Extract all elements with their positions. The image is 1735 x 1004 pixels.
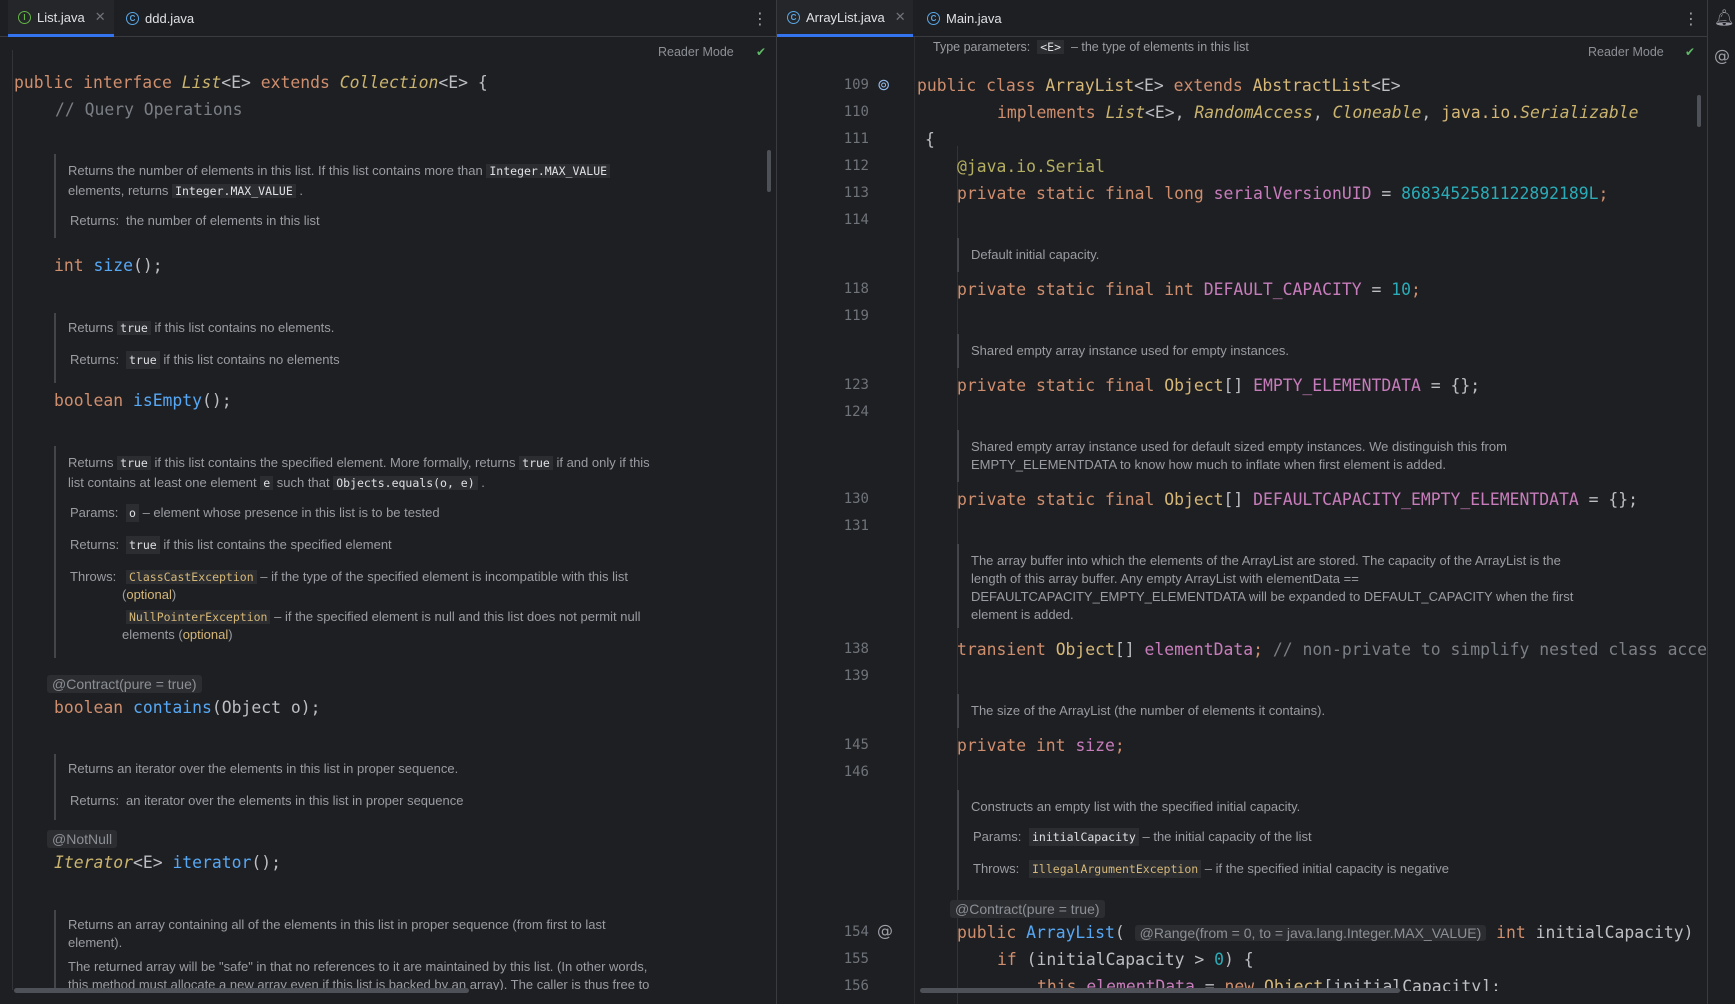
ai-assistant-icon[interactable]: @	[1714, 46, 1730, 65]
tab-list-java[interactable]: I List.java ✕	[8, 0, 114, 37]
line-number: 154	[843, 924, 869, 940]
notnull-annotation-hint[interactable]: @NotNull	[47, 830, 118, 848]
tab-label: ArrayList.java	[806, 9, 885, 25]
annotation-gutter-icon[interactable]: @	[877, 921, 893, 940]
close-icon[interactable]: ✕	[895, 9, 906, 25]
if-statement: if (initialCapacity > 0) {	[997, 950, 1254, 969]
contains-method: boolean contains(Object o);	[54, 698, 321, 717]
default-empty-javadoc: Shared empty array instance used for def…	[957, 430, 1677, 482]
line-number: 146	[843, 764, 869, 780]
line-number: 130	[843, 491, 869, 507]
tab-label: Main.java	[946, 11, 1002, 26]
tab-arraylist-java[interactable]: C ArrayList.java ✕	[777, 0, 913, 37]
horizontal-scrollbar[interactable]	[14, 988, 469, 993]
check-icon: ✔	[1685, 45, 1696, 59]
contract-annotation-hint[interactable]: @Contract(pure = true)	[47, 675, 202, 693]
empty-elementdata-javadoc: Shared empty array instance used for emp…	[957, 334, 1657, 368]
iterator-javadoc: Returns an iterator over the elements in…	[54, 754, 684, 820]
interface-icon: I	[18, 10, 31, 24]
line-number: 145	[843, 737, 869, 753]
close-icon[interactable]: ✕	[95, 9, 106, 25]
contract-annotation-hint[interactable]: @Contract(pure = true)	[950, 900, 1105, 918]
vertical-scrollbar[interactable]	[767, 150, 771, 192]
elementdata-javadoc: The array buffer into which the elements…	[957, 544, 1677, 628]
line-number: 113	[843, 185, 869, 201]
line-number: 156	[843, 978, 869, 994]
serial-annotation: @java.io.Serial	[957, 157, 1106, 176]
line-number: 139	[843, 668, 869, 684]
line-number: 112	[843, 158, 869, 174]
range-annotation-hint[interactable]: @Range(from = 0, to = java.lang.Integer.…	[1134, 925, 1487, 941]
class-declaration: public class ArrayList<E> extends Abstra…	[917, 76, 1401, 95]
line-number: 111	[843, 131, 869, 147]
line-number: 131	[843, 518, 869, 534]
reader-mode-button[interactable]: Reader Mode	[1588, 45, 1664, 59]
reader-mode-button[interactable]: Reader Mode	[658, 45, 734, 59]
line-number: 124	[843, 404, 869, 420]
line-number: 110	[843, 104, 869, 120]
gutter-border	[914, 37, 915, 1004]
constructor-javadoc: Constructs an empty list with the specif…	[957, 790, 1677, 890]
class-icon: C	[126, 12, 139, 25]
constructor-signature: public ArrayList( @Range(from = 0, to = …	[957, 923, 1694, 942]
implements-clause: implements List<E>, RandomAccess, Clonea…	[997, 103, 1639, 122]
size-javadoc: Returns the number of elements in this l…	[54, 154, 684, 238]
elementdata-field: transient Object[] elementData; // non-p…	[957, 640, 1707, 659]
vertical-scrollbar[interactable]	[1697, 95, 1701, 127]
right-editor-pane: C ArrayList.java ✕ C Main.java ⋮ Type pa…	[777, 0, 1707, 1004]
default-empty-field: private static final Object[] DEFAULTCAP…	[957, 490, 1638, 509]
toarray-javadoc: Returns an array containing all of the e…	[54, 910, 694, 990]
serial-version-field: private static final long serialVersionU…	[957, 184, 1609, 203]
iterator-method: Iterator<E> iterator();	[54, 853, 281, 872]
more-options-icon[interactable]: ⋮	[1683, 9, 1699, 28]
right-tab-bar: C ArrayList.java ✕ C Main.java ⋮	[777, 0, 1707, 37]
line-number: 114	[843, 212, 869, 228]
tab-label: ddd.java	[145, 11, 195, 26]
left-editor-pane: I List.java ✕ C ddd.java ⋮ Reader Mode ✔…	[0, 0, 776, 1004]
line-number: 109	[843, 77, 869, 93]
line-number: 119	[843, 308, 869, 324]
size-field-javadoc: The size of the ArrayList (the number of…	[957, 694, 1677, 728]
class-icon: C	[787, 10, 800, 24]
tab-label: List.java	[37, 9, 85, 25]
notifications-icon[interactable]: 🔔︎	[1714, 8, 1734, 27]
line-number: 155	[843, 951, 869, 967]
line-number: 123	[843, 377, 869, 393]
line-number: 118	[843, 281, 869, 297]
size-field: private int size;	[957, 736, 1125, 755]
implementations-gutter-icon[interactable]: ⊚	[877, 75, 890, 94]
size-method: int size();	[54, 256, 163, 275]
type-parameters-doc: Type parameters: <E> – the type of eleme…	[933, 40, 1249, 54]
contains-javadoc: Returns true if this list contains the s…	[54, 446, 694, 658]
default-capacity-javadoc: Default initial capacity.	[957, 238, 1657, 272]
query-operations-comment: // Query Operations	[55, 100, 243, 119]
empty-elementdata-field: private static final Object[] EMPTY_ELEM…	[957, 376, 1481, 395]
horizontal-scrollbar[interactable]	[920, 988, 1400, 993]
open-brace: {	[925, 130, 935, 149]
tab-main-java[interactable]: C Main.java	[917, 0, 1017, 37]
left-tab-bar: I List.java ✕ C ddd.java ⋮	[0, 0, 776, 37]
line-number: 138	[843, 641, 869, 657]
isempty-method: boolean isEmpty();	[54, 391, 232, 410]
interface-declaration: public interface List<E> extends Collect…	[14, 73, 488, 92]
right-tool-strip: 🔔︎ @	[1707, 0, 1735, 1004]
default-capacity-field: private static final int DEFAULT_CAPACIT…	[957, 280, 1421, 299]
indent-guide	[12, 50, 13, 990]
tab-ddd-java[interactable]: C ddd.java	[116, 0, 216, 37]
isempty-javadoc: Returns true if this list contains no el…	[54, 313, 684, 383]
class-icon: C	[927, 12, 940, 25]
check-icon: ✔	[756, 45, 767, 59]
more-options-icon[interactable]: ⋮	[752, 9, 768, 28]
